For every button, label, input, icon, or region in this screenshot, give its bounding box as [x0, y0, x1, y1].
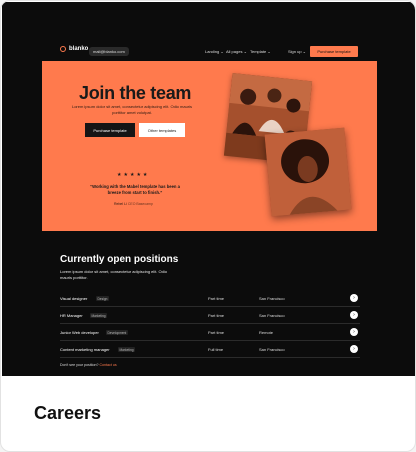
- job-location: San Francisco: [259, 313, 285, 318]
- arrow-right-icon[interactable]: ›: [350, 345, 358, 353]
- positions-footnote: Don't see your position? Contact us: [60, 363, 117, 367]
- job-row[interactable]: HR Manager Marketing Part time San Franc…: [60, 308, 360, 324]
- purchase-template-button[interactable]: Purchase template: [85, 123, 135, 137]
- job-location: San Francisco: [259, 296, 285, 301]
- positions-heading: Currently open positions: [60, 254, 179, 265]
- arrow-right-icon[interactable]: ›: [350, 328, 358, 336]
- hero-title: Join the team: [79, 83, 192, 103]
- job-location: Remote: [259, 330, 274, 335]
- job-row[interactable]: Junior Web developer Development Part ti…: [60, 325, 360, 341]
- nav-link-all-pages[interactable]: All pages ⌄: [226, 49, 247, 54]
- job-type: Part time: [208, 313, 225, 318]
- job-type: Part time: [208, 296, 225, 301]
- job-title: HR Manager: [60, 313, 83, 318]
- card-caption[interactable]: Careers: [34, 403, 101, 424]
- job-title: Visual designer: [60, 296, 88, 301]
- job-title: Junior Web developer: [60, 330, 99, 335]
- brand-logo[interactable]: blanko: [60, 46, 88, 52]
- author-name: Rebel Li: [114, 202, 127, 206]
- job-type: Full time: [208, 347, 224, 352]
- author-role: CEO Basecamp: [127, 202, 153, 206]
- job-row[interactable]: Content marketing manager Marketing Full…: [60, 342, 360, 358]
- job-type: Part time: [208, 330, 225, 335]
- email-badge[interactable]: mail@blanko.com: [89, 47, 129, 56]
- job-tag: Development: [106, 330, 128, 335]
- footnote-text: Don't see your position?: [60, 363, 99, 367]
- testimonial-author: Rebel Li CEO Basecamp: [114, 202, 153, 206]
- arrow-right-icon[interactable]: ›: [350, 311, 358, 319]
- testimonial-quote: “Working with the Mabel template has bee…: [90, 184, 180, 195]
- job-location: San Francisco: [259, 347, 285, 352]
- portrait-photo: [264, 127, 352, 217]
- job-tag: Design: [96, 296, 109, 301]
- positions-subtitle: Lorem ipsum dolor sit amet, consectetur …: [60, 269, 167, 280]
- job-title: Content marketing manager: [60, 347, 110, 352]
- brand-name: blanko: [69, 46, 89, 52]
- job-row[interactable]: Visual designer Design Part time San Fra…: [60, 291, 360, 307]
- nav-link-landing[interactable]: Landing ⌄: [205, 49, 224, 54]
- other-templates-button[interactable]: Other templates: [139, 123, 185, 137]
- hero-section: Join the team Lorem ipsum dolor sit amet…: [42, 61, 377, 231]
- hero-subtitle: Lorem ipsum dolor sit amet, consectetur …: [71, 104, 193, 115]
- nav-link-sign-up[interactable]: Sign up ⌄: [288, 49, 306, 54]
- template-preview: blanko mail@blanko.com Landing ⌄ All pag…: [2, 2, 415, 376]
- nav-link-template[interactable]: Template ⌄: [250, 49, 271, 54]
- nav-purchase-button[interactable]: Purchase template: [310, 46, 358, 57]
- contact-us-link[interactable]: Contact us: [99, 363, 116, 367]
- rating-stars: ★★★★★: [117, 172, 150, 178]
- job-tag: Marketing: [118, 347, 135, 352]
- top-nav: blanko mail@blanko.com Landing ⌄ All pag…: [60, 46, 360, 58]
- portrait-illustration: [264, 127, 352, 217]
- job-tag: Marketing: [90, 313, 107, 318]
- logo-mark-icon: [60, 46, 66, 52]
- arrow-right-icon[interactable]: ›: [350, 294, 358, 302]
- template-card[interactable]: blanko mail@blanko.com Landing ⌄ All pag…: [0, 0, 416, 452]
